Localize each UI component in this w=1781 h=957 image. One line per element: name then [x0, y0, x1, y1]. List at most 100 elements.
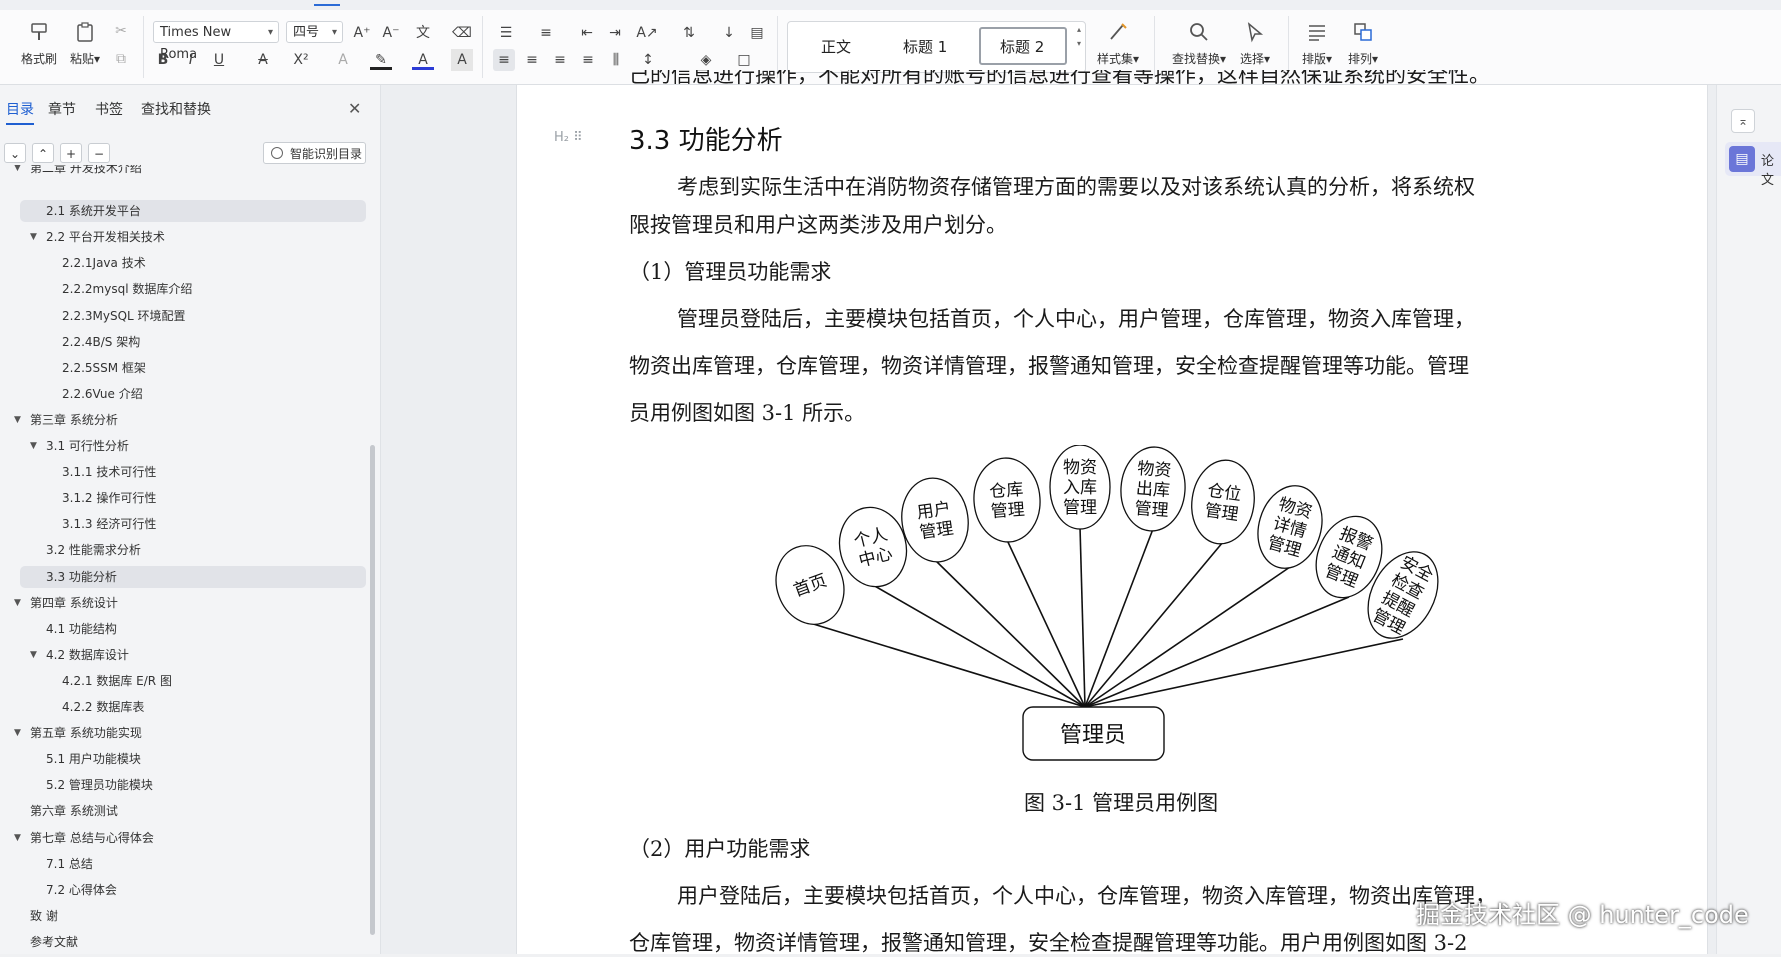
shading-icon[interactable]: ◈: [695, 49, 717, 71]
tab-chapters[interactable]: 章节: [48, 99, 76, 119]
toc-item[interactable]: 4.1 功能结构: [0, 618, 360, 640]
toc-item[interactable]: 3.1.1 技术可行性: [0, 461, 360, 483]
shrink-font-icon[interactable]: A⁻: [380, 22, 402, 44]
toc-item[interactable]: 4.2.1 数据库 E/R 图: [0, 670, 360, 692]
section-heading[interactable]: 3.3 功能分析: [629, 120, 783, 157]
tab-toc[interactable]: 目录: [6, 99, 34, 125]
bullet-list-icon[interactable]: ☰: [495, 22, 517, 44]
toc-item[interactable]: 第六章 系统测试: [0, 800, 360, 822]
paragraph-line[interactable]: 用户登陆后，主要模块包括首页，个人中心，仓库管理，物资入库管理，物资出库管理，: [677, 880, 1496, 910]
style-gallery-scroll[interactable]: ▴ ▾: [1074, 23, 1084, 69]
paragraph-line[interactable]: 限按管理员和用户这两类涉及用户划分。: [629, 209, 1007, 239]
style-set-button[interactable]: 样式集▾: [1092, 20, 1144, 72]
use-case-node[interactable]: 物资出库管理: [1118, 445, 1188, 533]
close-icon[interactable]: ✕: [348, 99, 361, 118]
collapse-panel-icon[interactable]: ⌅: [1731, 109, 1755, 133]
toc-item[interactable]: ▼ 3.1 可行性分析: [0, 435, 360, 457]
expand-toggle-icon[interactable]: ▼: [14, 722, 21, 744]
use-case-node[interactable]: 仓位管理: [1186, 456, 1259, 548]
toc-item[interactable]: ▼ 4.2 数据库设计: [0, 644, 360, 666]
toc-item[interactable]: ▼ 第五章 系统功能实现: [0, 722, 360, 744]
use-case-node[interactable]: 仓库管理: [971, 456, 1043, 544]
move-up-button[interactable]: ⌃: [32, 143, 54, 163]
toc-item[interactable]: 2.2.4B/S 架构: [0, 331, 360, 353]
layout-button[interactable]: 排版▾: [1296, 20, 1338, 72]
font-size-select[interactable]: 四号 ▾: [286, 21, 343, 43]
paragraph-line[interactable]: 员用例图如图 3-1 所示。: [629, 397, 865, 427]
find-replace-button[interactable]: 查找替换▾: [1168, 20, 1230, 72]
text-direction-icon[interactable]: A↗: [636, 22, 658, 44]
toc-item[interactable]: 3.1.3 经济可行性: [0, 513, 360, 535]
add-heading-button[interactable]: +: [60, 143, 82, 163]
justify-icon[interactable]: ≡: [577, 49, 599, 71]
drag-handle-icon[interactable]: ⠿: [573, 130, 583, 145]
clear-format-icon[interactable]: ⌫: [451, 22, 473, 44]
paragraph-line[interactable]: 物资出库管理，仓库管理，物资详情管理，报警通知管理，安全检查提醒管理等功能。管理: [629, 350, 1469, 380]
superscript-icon[interactable]: X²: [290, 49, 312, 71]
use-case-diagram[interactable]: 首页个人中心用户管理仓库管理物资入库管理物资出库管理仓位管理 物资详情管理 报警通知…: [775, 445, 1445, 765]
toc-item[interactable]: 3.2 性能需求分析: [0, 539, 360, 561]
copy-icon[interactable]: ⧉: [110, 48, 132, 70]
table-tools-icon[interactable]: ▤: [746, 22, 768, 44]
distributed-icon[interactable]: ⫼: [605, 49, 627, 71]
toc-item[interactable]: 4.2.2 数据库表: [0, 696, 360, 718]
bold-icon[interactable]: B: [152, 49, 174, 71]
toc-item[interactable]: 3.1.2 操作可行性: [0, 487, 360, 509]
char-shading-icon[interactable]: A: [451, 49, 473, 71]
paper-assistant-button[interactable]: ▤ 论文: [1725, 142, 1781, 188]
expand-toggle-icon[interactable]: ▼: [14, 165, 21, 173]
line-spacing-icon[interactable]: ↕: [637, 49, 659, 71]
strikethrough-icon[interactable]: A: [252, 49, 274, 71]
toc-item[interactable]: ▼ 第七章 总结与心得体会: [0, 827, 360, 849]
borders-icon[interactable]: □: [733, 49, 755, 71]
toc-item[interactable]: 2.2.2mysql 数据库介绍: [0, 278, 360, 300]
toc-item[interactable]: ▼ 2.2 平台开发相关技术: [0, 226, 360, 248]
paste-button[interactable]: 粘贴▾: [62, 20, 108, 72]
use-case-node[interactable]: 用户管理: [896, 474, 973, 566]
phonetic-guide-icon[interactable]: 文: [412, 22, 434, 44]
collapse-all-button[interactable]: ⌄: [4, 143, 26, 163]
toc-item[interactable]: 2.2.3MySQL 环境配置: [0, 305, 360, 327]
font-name-select[interactable]: Times New Roma ▾: [153, 21, 279, 62]
italic-icon[interactable]: I: [180, 49, 202, 71]
style-heading-1[interactable]: 标题 1: [903, 36, 947, 57]
text-effect-icon[interactable]: A: [332, 49, 354, 71]
toc-item[interactable]: ▼ 第四章 系统设计: [0, 592, 360, 614]
decrease-indent-icon[interactable]: ⇤: [576, 22, 598, 44]
paragraph-line[interactable]: 管理员登陆后，主要模块包括首页，个人中心，用户管理，仓库管理，物资入库管理，: [677, 303, 1475, 333]
smart-toc-button[interactable]: 智能识别目录: [263, 142, 366, 164]
expand-toggle-icon[interactable]: ▼: [30, 644, 37, 666]
align-left-icon[interactable]: ≡: [493, 49, 515, 71]
expand-toggle-icon[interactable]: ▼: [30, 435, 37, 457]
paragraph-line[interactable]: 考虑到实际生活中在消防物资存储管理方面的需要以及对该系统认真的分析，将系统权: [677, 171, 1475, 201]
remove-heading-button[interactable]: −: [88, 143, 110, 163]
expand-toggle-icon[interactable]: ▼: [14, 827, 21, 849]
toc-item[interactable]: 7.1 总结: [0, 853, 360, 875]
toc-item[interactable]: 致 谢: [0, 905, 360, 927]
toc-item[interactable]: 2.2.5SSM 框架: [0, 357, 360, 379]
expand-toggle-icon[interactable]: ▼: [14, 409, 21, 431]
style-heading-2[interactable]: 标题 2: [1000, 36, 1044, 57]
align-right-icon[interactable]: ≡: [549, 49, 571, 71]
paragraph-line[interactable]: 仓库管理，物资详情管理，报警通知管理，安全检查提醒管理等功能。用户用例图如图 3…: [629, 927, 1468, 957]
toc-item[interactable]: 2.2.1Java 技术: [0, 252, 360, 274]
increase-indent-icon[interactable]: ⇥: [604, 22, 626, 44]
align-center-icon[interactable]: ≡: [521, 49, 543, 71]
toc-item[interactable]: 2.1 系统开发平台: [20, 200, 366, 223]
highlight-icon[interactable]: ✎: [370, 49, 392, 70]
nav-scrollbar[interactable]: [370, 445, 375, 935]
expand-toggle-icon[interactable]: ▼: [30, 226, 37, 248]
numbered-list-icon[interactable]: ≡: [535, 22, 557, 44]
select-button[interactable]: 选择▾: [1234, 20, 1276, 72]
show-marks-icon[interactable]: ↓: [718, 22, 740, 44]
toc-item[interactable]: 3.3 功能分析: [20, 565, 366, 588]
format-painter-button[interactable]: 格式刷: [16, 20, 62, 72]
underline-icon[interactable]: U: [208, 49, 230, 71]
tab-find-replace[interactable]: 查找和替换: [141, 99, 211, 119]
toc-item[interactable]: ▼ 第三章 系统分析: [0, 409, 360, 431]
toc-item[interactable]: 7.2 心得体会: [0, 879, 360, 901]
toc-item[interactable]: ▼ 第二章 开发技术介绍: [0, 165, 360, 179]
style-normal[interactable]: 正文: [821, 36, 851, 57]
arrange-button[interactable]: 排列▾: [1342, 20, 1384, 72]
toc-item[interactable]: 5.2 管理员功能模块: [0, 774, 360, 796]
